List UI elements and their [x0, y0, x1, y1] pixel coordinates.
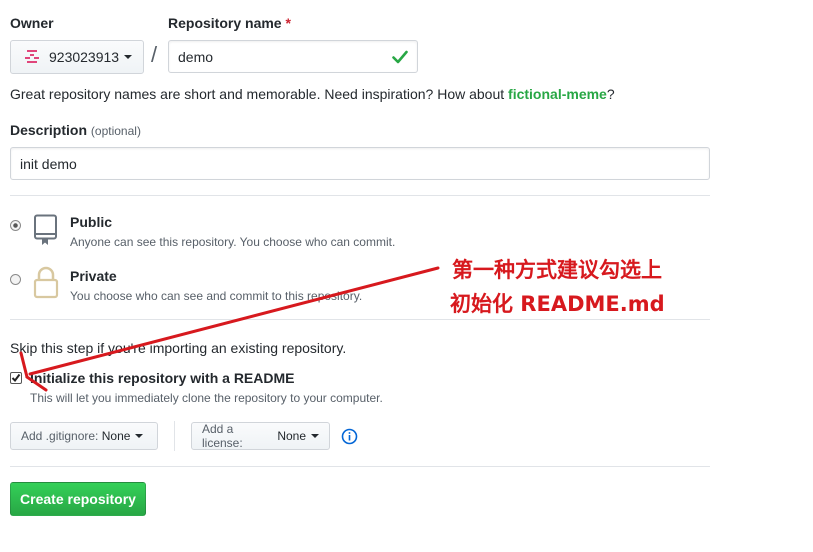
repo-name-input[interactable]: demo: [168, 40, 418, 73]
checkmark-icon: [11, 373, 21, 383]
license-select[interactable]: Add a license: None: [191, 422, 330, 450]
chevron-down-icon: [311, 434, 319, 438]
required-mark: *: [285, 15, 291, 31]
owner-value: 923023913: [49, 49, 120, 65]
license-value: None: [277, 429, 306, 443]
skip-text: Skip this step if you're importing an ex…: [10, 340, 347, 356]
divider: [10, 319, 710, 320]
public-radio[interactable]: [10, 220, 21, 231]
init-readme-checkbox[interactable]: [10, 372, 22, 384]
info-icon[interactable]: [341, 428, 358, 445]
lock-icon: [33, 266, 59, 299]
description-value: init demo: [20, 155, 77, 172]
gitignore-prefix: Add .gitignore:: [21, 429, 99, 443]
gitignore-select[interactable]: Add .gitignore: None: [10, 422, 158, 450]
hint-end: ?: [606, 86, 615, 102]
annotation-line2: 初始化 README.md: [450, 292, 665, 316]
description-input[interactable]: init demo: [10, 147, 710, 180]
public-desc: Anyone can see this repository. You choo…: [70, 235, 396, 249]
annotation-arrow: [19, 266, 440, 392]
check-icon: [392, 50, 408, 64]
description-label-text: Description: [10, 122, 88, 138]
owner-avatar-icon: [25, 50, 39, 63]
license-prefix: Add a license:: [202, 422, 243, 450]
chevron-down-icon: [135, 434, 144, 438]
annotation-line1: 第一种方式建议勾选上: [452, 258, 662, 282]
repo-icon: [34, 214, 57, 245]
init-readme-label: Initialize this repository with a README: [30, 370, 295, 386]
public-title: Public: [70, 214, 113, 230]
owner-label: Owner: [10, 15, 54, 31]
chevron-down-icon: [124, 55, 133, 59]
divider: [10, 466, 710, 467]
divider: [10, 195, 710, 196]
gitignore-value: None: [101, 429, 131, 443]
owner-select[interactable]: 923023913: [10, 40, 144, 74]
private-radio[interactable]: [10, 274, 21, 285]
repo-name-label-text: Repository name: [168, 15, 282, 31]
suggestion-link[interactable]: fictional-meme: [508, 86, 607, 102]
repo-name-hint: Great repository names are short and mem…: [10, 86, 615, 102]
vertical-divider: [174, 421, 175, 451]
optional-note: (optional): [90, 124, 141, 138]
owner-repo-separator: /: [151, 42, 158, 67]
init-readme-desc: This will let you immediately clone the …: [30, 391, 383, 405]
hint-text: Great repository names are short and mem…: [10, 86, 509, 102]
repo-name-value: demo: [178, 48, 214, 65]
description-label: Description (optional): [10, 122, 141, 138]
private-title: Private: [70, 268, 117, 284]
private-desc: You choose who can see and commit to thi…: [70, 289, 363, 303]
repo-name-label: Repository name *: [168, 15, 291, 31]
create-repository-button[interactable]: Create repository: [10, 482, 146, 516]
